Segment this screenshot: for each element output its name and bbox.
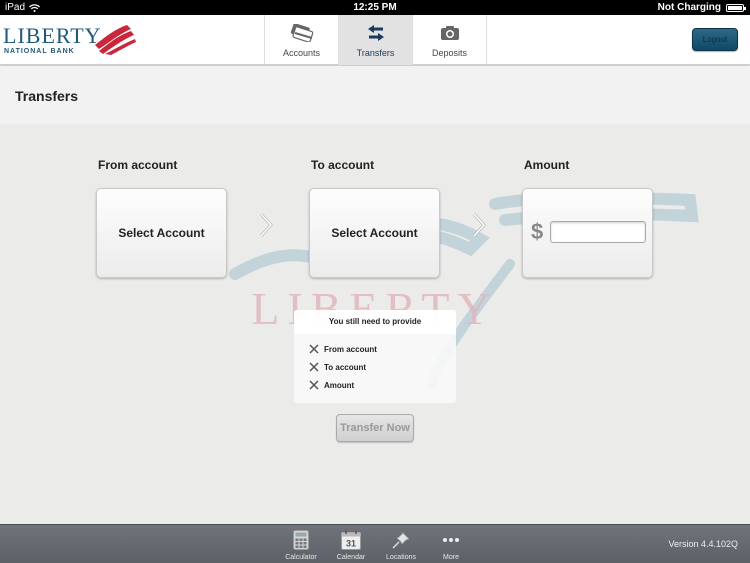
requirements-box: You still need to provide From account T… [294,310,456,403]
logo-wordmark: LIBERTY [3,23,102,48]
tool-label: Calculator [285,554,317,561]
calendar-icon: 31 [341,530,361,550]
credit-cards-icon [290,22,314,44]
bottom-toolbar: Calculator 31 Calendar Locations More Ve… [0,524,750,563]
requirement-item: From account [309,340,456,358]
requirement-label: From account [324,344,377,354]
requirement-item: To account [309,358,456,376]
battery-icon [726,3,746,12]
tab-transfers[interactable]: Transfers [339,15,413,65]
transfer-arrows-icon [364,22,388,44]
app-header: LIBERTY NATIONAL BANK Accounts Transfers… [0,15,750,65]
chevron-right-icon [472,212,486,238]
clock: 12:25 PM [353,2,397,13]
calculator-icon [291,530,311,550]
tool-label: More [443,554,459,561]
pushpin-icon [391,530,411,550]
from-account-select[interactable]: Select Account [96,188,227,278]
main-tabs: Accounts Transfers Deposits [264,15,487,65]
transfer-panel: LIBERTY From account To account Amount S… [0,124,750,524]
svg-text:31: 31 [346,539,356,549]
amount-label: Amount [524,158,570,172]
title-band: Transfers [0,66,750,124]
requirements-title: You still need to provide [294,310,456,334]
tab-label: Deposits [431,48,467,58]
logo-subtitle: NATIONAL BANK [4,48,75,55]
tab-label: Transfers [356,48,395,58]
flag-icon [95,25,136,55]
requirement-label: To account [324,362,367,372]
to-account-select[interactable]: Select Account [309,188,440,278]
logout-button[interactable]: Logout [692,28,738,51]
requirement-item: Amount [309,376,456,394]
from-account-label: From account [98,158,178,172]
tool-calculator[interactable]: Calculator [276,525,326,563]
tool-calendar[interactable]: 31 Calendar [326,525,376,563]
tool-more[interactable]: More [426,525,476,563]
amount-card: $ [522,188,653,278]
to-account-label: To account [311,158,375,172]
tab-label: Accounts [282,48,321,58]
currency-symbol: $ [531,219,544,244]
close-icon [309,344,319,354]
version-label: Version 4.4.102Q [668,539,738,549]
page-title: Transfers [15,88,79,104]
more-dots-icon [441,530,461,550]
transfer-now-button[interactable]: Transfer Now [336,414,414,442]
tool-label: Locations [386,554,416,561]
tool-locations[interactable]: Locations [376,525,426,563]
close-icon [309,380,319,390]
chevron-right-icon [259,212,273,238]
tab-deposits[interactable]: Deposits [413,15,487,65]
battery-status: Not Charging [657,2,721,13]
amount-input[interactable] [550,221,646,243]
camera-icon [438,22,462,44]
tool-label: Calendar [336,554,366,561]
requirement-label: Amount [324,380,355,390]
bank-logo: LIBERTY NATIONAL BANK [3,23,138,59]
tab-accounts[interactable]: Accounts [265,15,339,65]
close-icon [309,362,319,372]
status-bar: iPad 12:25 PM Not Charging [0,0,750,15]
